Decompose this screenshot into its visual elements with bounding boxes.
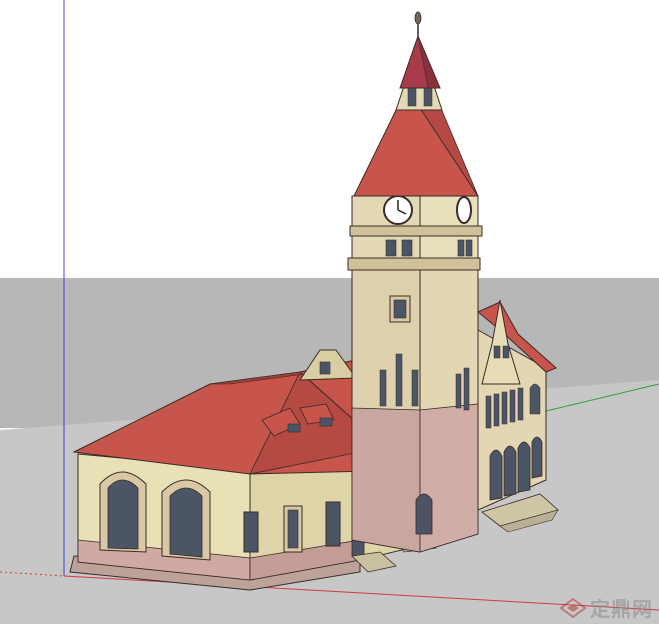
spire-finial	[414, 11, 422, 25]
diamond-logo-icon	[560, 597, 586, 618]
clock-face-side	[456, 196, 472, 224]
sketchup-viewport[interactable]: 定鼎网	[0, 0, 659, 624]
watermark-text: 定鼎网	[590, 597, 653, 621]
sky	[0, 0, 659, 282]
model-scene[interactable]	[0, 0, 659, 624]
watermark: 定鼎网	[560, 593, 653, 622]
